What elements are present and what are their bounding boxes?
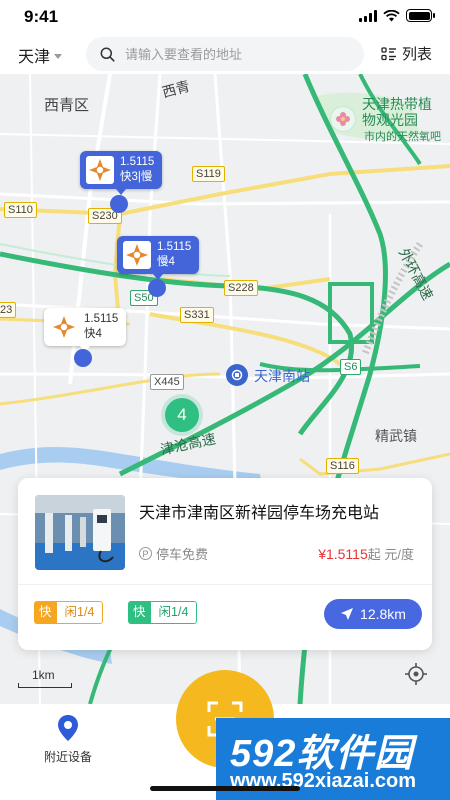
town-label-jingwu: 精武镇 [375,428,417,444]
train-station-icon [226,364,248,386]
parking-label: 停车免费 [156,547,209,562]
status-bar: 9:41 [0,0,450,34]
station-photo [35,495,125,570]
wifi-icon [383,9,400,21]
charger-availability-tag-slow: 快 闲1/4 [128,601,198,624]
station-location-dot[interactable] [110,195,128,213]
city-selector[interactable]: 天津 [18,43,63,67]
poi-label-tropical-3: 市内的天然氧吧 [364,131,441,143]
card-divider [18,584,432,585]
station-name: 天津市津南区新祥园停车场充电站 [139,505,380,522]
station-label-tianjin-south: 天津南站 [254,368,310,384]
parking-icon: P [139,547,152,560]
station-logo-icon [86,156,114,184]
station-location-dot[interactable] [74,349,92,367]
list-label: 列表 [401,46,432,63]
charger-availability-tag-fast: 快 闲1/4 [34,601,104,624]
station-marker[interactable]: 1.5115 慢4 [117,236,200,280]
station-location-dot[interactable] [148,279,166,297]
road-sign-23: 23 [0,302,17,318]
location-pin-icon [58,715,78,741]
marker-price: 1.5115 [157,241,192,253]
marker-status: 快3|慢 [120,171,153,183]
battery-icon [406,9,435,22]
station-logo-icon [50,313,78,341]
marker-price: 1.5115 [84,313,119,325]
station-card[interactable]: 天津市津南区新祥园停车场充电站 P 停车免费 ¥1.5115起 元/度 快 闲1… [18,478,432,650]
tab-nearby-label: 附近设备 [43,750,92,764]
scale-label: 1km [32,668,55,682]
list-icon [381,46,396,60]
distance-label: 12.8km [360,606,406,622]
signal-icon [359,9,377,22]
header: 天津 列表 [0,34,450,74]
station-logo-icon [123,241,151,269]
marker-status: 慢4 [157,256,175,268]
charger-state: 闲1/4 [56,601,104,624]
locate-me-button[interactable] [400,658,432,690]
search-box[interactable] [86,37,364,71]
parking-info: P 停车免费 [139,544,208,563]
station-marker[interactable]: 1.5115 快3|慢 [80,151,163,195]
navigate-button[interactable]: 12.8km [324,599,422,629]
map-scale: 1km [18,668,72,688]
charger-kind: 快 [34,601,57,624]
home-indicator [150,786,300,791]
price-info: ¥1.5115起 元/度 [318,544,414,563]
status-time: 9:41 [24,7,59,26]
road-sign-s119: S119 [192,166,225,182]
watermark-brand: 592软件园 [230,733,414,775]
district-label-xiqing: 西青区 [44,97,90,114]
list-view-button[interactable]: 列表 [381,43,432,64]
charger-state: 闲1/4 [150,601,198,624]
city-label: 天津 [18,49,51,66]
road-sign-s228: S228 [224,280,258,296]
road-sign-s116: S116 [326,458,359,474]
poi-label-tropical-2: 物观光园 [362,112,418,128]
search-input[interactable] [125,46,345,62]
status-icons [359,9,435,22]
navigation-arrow-icon [341,608,354,620]
station-cluster[interactable]: 4 [165,398,199,432]
charger-kind: 快 [128,601,151,624]
flower-icon [330,106,356,132]
road-sign-s331: S331 [180,307,214,323]
tab-nearby-devices[interactable]: 附近设备 [38,714,98,765]
crosshair-icon [405,663,427,685]
search-icon [100,47,115,62]
marker-price: 1.5115 [120,156,155,168]
price-suffix: 起 元/度 [367,547,414,562]
chevron-down-icon [54,53,63,59]
road-sign-s6: S6 [340,359,362,375]
road-sign-x445: X445 [150,374,184,390]
scale-line [18,683,72,688]
station-marker[interactable]: 1.5115 快4 [44,308,127,352]
marker-status: 快4 [84,328,102,340]
price-value: ¥1.5115 [318,546,368,562]
road-sign-s110: S110 [4,202,37,218]
